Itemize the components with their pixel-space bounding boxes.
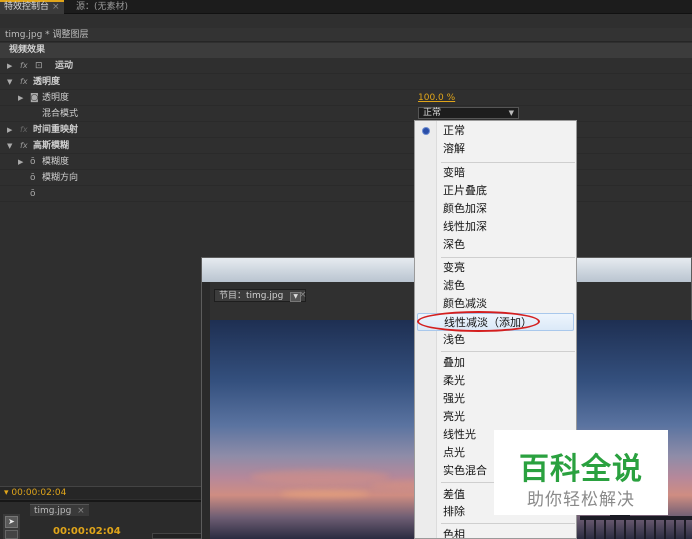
effect-row-motion[interactable]: ▶ fx ⊡ 运动 (0, 58, 692, 74)
triangle-right-icon[interactable]: ▶ (18, 154, 23, 170)
menu-item-lighter-color[interactable]: 浅色 (443, 331, 573, 349)
param-row-blur-dimensions[interactable]: ō 模糊方向 (0, 170, 692, 186)
effect-row-time-remap[interactable]: ▶ fx 时间重映射 (0, 122, 692, 138)
sequence-tab-label: timg.jpg (34, 506, 72, 516)
opacity-param-label: 透明度 (42, 93, 70, 103)
menu-item-multiply[interactable]: 正片叠底 (443, 182, 573, 200)
watermark-title: 百科全说 (519, 452, 643, 487)
menu-item-color-dodge[interactable]: 颜色减淡 (443, 295, 573, 313)
motion-transform-icon: ⊡ (35, 61, 43, 71)
menu-item-dissolve[interactable]: 溶解 (443, 140, 573, 158)
effect-row-gaussian-blur[interactable]: ▼ fx 高斯模糊 (0, 138, 692, 154)
panel-tab-bar: 特效控制台 × 源：(无素材) (0, 0, 692, 14)
playhead-icon: ▾ (4, 488, 9, 498)
watermark-subtitle: 助你轻松解决 (527, 490, 635, 510)
menu-item-vivid-light[interactable]: 亮光 (443, 408, 573, 426)
fx-icon[interactable]: fx (20, 138, 28, 154)
timecode-text: 00:00:02:04 (11, 488, 67, 498)
blend-mode-label: 混合模式 (42, 109, 79, 119)
opacity-value[interactable]: 100.0 % (418, 90, 455, 106)
stopwatch-icon[interactable]: ◙ (30, 90, 39, 106)
video-effects-title: 视频效果 (0, 43, 692, 58)
timeline-ruler[interactable] (152, 533, 202, 539)
tab-sequence[interactable]: timg.jpg × (30, 504, 89, 516)
menu-item-soft-light[interactable]: 柔光 (443, 372, 573, 390)
param-row-opacity[interactable]: ▶ ◙ 透明度 100.0 % (0, 90, 692, 106)
menu-item-normal[interactable]: 正常 (443, 122, 573, 140)
effect-time-remap-label: 时间重映射 (33, 125, 79, 135)
blur-dimensions-label: 模糊方向 (42, 173, 79, 183)
close-icon[interactable]: × (77, 506, 85, 516)
clip-header: timg.jpg * 调整图层 (0, 28, 692, 42)
menu-separator (441, 162, 575, 163)
menu-item-lighten[interactable]: 变亮 (443, 259, 573, 277)
menu-item-color-burn[interactable]: 颜色加深 (443, 200, 573, 218)
menu-item-darker-color[interactable]: 深色 (443, 236, 573, 254)
current-timecode[interactable]: ▾ 00:00:02:04 (0, 486, 205, 499)
menu-separator (441, 351, 575, 352)
param-row-blurriness[interactable]: ▶ ō 模糊度 (0, 154, 692, 170)
radio-bullet-icon (423, 128, 429, 134)
triangle-right-icon[interactable]: ▶ (7, 58, 12, 74)
tab-effect-controls[interactable]: 特效控制台 × (0, 0, 64, 14)
stopwatch-icon[interactable]: ō (30, 154, 36, 170)
effect-gaussian-blur-label: 高斯模糊 (33, 141, 70, 151)
triangle-right-icon[interactable]: ▶ (18, 90, 23, 106)
stopwatch-icon[interactable]: ō (30, 170, 36, 186)
annotation-circle (417, 311, 540, 332)
menu-item-darken[interactable]: 变暗 (443, 164, 573, 182)
close-icon[interactable]: × (52, 2, 60, 12)
tab-source-label: 源：(无素材) (76, 2, 129, 12)
blend-mode-value: 正常 (423, 108, 442, 118)
stopwatch-icon[interactable]: ō (30, 186, 36, 202)
param-row-blend-mode: 混合模式 (0, 106, 692, 122)
menu-item-linear-burn[interactable]: 线性加深 (443, 218, 573, 236)
blurriness-label: 模糊度 (42, 157, 70, 167)
watermark: 百科全说 助你轻松解决 (494, 430, 668, 515)
triangle-right-icon[interactable]: ▶ (7, 122, 12, 138)
close-icon[interactable]: × (299, 289, 307, 302)
menu-item-hard-light[interactable]: 强光 (443, 390, 573, 408)
tab-source[interactable]: 源：(无素材) (72, 0, 132, 14)
menu-item-overlay[interactable]: 叠加 (443, 354, 573, 372)
fx-icon[interactable]: fx (20, 58, 28, 74)
triangle-down-icon[interactable]: ▼ (7, 74, 12, 90)
fx-icon: fx (20, 125, 28, 134)
sequence-timecode[interactable]: 00:00:02:04 (53, 526, 121, 537)
tools-panel: ➤ (3, 514, 20, 539)
window-frame (202, 282, 210, 539)
effect-row-opacity[interactable]: ▼ fx 透明度 (0, 74, 692, 90)
chevron-down-icon: ▼ (508, 109, 514, 117)
menu-separator (441, 257, 575, 258)
menu-separator (441, 523, 575, 524)
tab-program-monitor[interactable]: 节目：timg.jpg ▼ (214, 289, 307, 302)
arrow-cursor-icon[interactable]: ➤ (5, 516, 18, 528)
param-row-repeat-edge[interactable]: ō (0, 186, 692, 202)
track-select-icon[interactable] (5, 530, 18, 539)
blend-mode-select[interactable]: 正常 ▼ (418, 107, 519, 119)
effect-opacity-label: 透明度 (33, 77, 61, 87)
menu-item-screen[interactable]: 滤色 (443, 277, 573, 295)
menu-item-hue[interactable]: 色相 (443, 526, 573, 538)
tab-effect-controls-label: 特效控制台 (4, 2, 50, 12)
program-tab-label: 节目：timg.jpg (219, 291, 284, 301)
effect-motion-label: 运动 (55, 61, 74, 71)
fx-icon[interactable]: fx (20, 74, 28, 90)
triangle-down-icon[interactable]: ▼ (7, 138, 12, 154)
